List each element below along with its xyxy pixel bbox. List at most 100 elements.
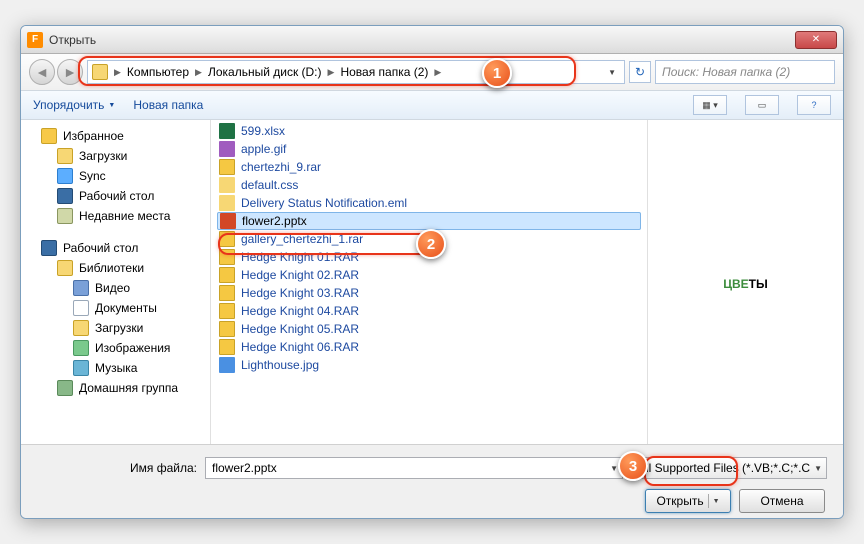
chevron-right-icon: ▶ xyxy=(328,67,335,78)
forward-button[interactable]: ► xyxy=(57,59,83,85)
sidebar-recent[interactable]: Недавние места xyxy=(21,206,210,226)
star-icon xyxy=(41,128,57,144)
cancel-button[interactable]: Отмена xyxy=(739,489,825,513)
search-input[interactable]: Поиск: Новая папка (2) xyxy=(655,60,835,84)
homegroup-icon xyxy=(57,380,73,396)
file-list[interactable]: 599.xlsx apple.gif chertezhi_9.rar default.… xyxy=(211,120,647,444)
file-icon xyxy=(219,285,235,301)
dialog-title: Открыть xyxy=(49,33,795,47)
file-icon xyxy=(220,213,236,229)
file-icon xyxy=(219,159,235,175)
sidebar-video[interactable]: Видео xyxy=(21,278,210,298)
sidebar-homegroup[interactable]: Домашняя группа xyxy=(21,378,210,398)
breadcrumb-dropdown-icon[interactable]: ▼ xyxy=(604,68,620,77)
view-mode-button[interactable]: ▦ ▾ xyxy=(693,95,727,115)
close-button[interactable]: ✕ xyxy=(795,31,837,49)
filename-input[interactable]: flower2.pptx ▼ xyxy=(205,457,623,479)
sidebar-favorites[interactable]: Избранное xyxy=(21,126,210,146)
preview-pane-button[interactable]: ▭ xyxy=(745,95,779,115)
document-icon xyxy=(73,300,89,316)
file-item[interactable]: default.css xyxy=(211,176,647,194)
chevron-down-icon[interactable]: ▼ xyxy=(814,464,822,473)
sidebar-desktop-fav[interactable]: Рабочий стол xyxy=(21,186,210,206)
sidebar-sync[interactable]: Sync xyxy=(21,166,210,186)
video-icon xyxy=(73,280,89,296)
file-item[interactable]: Hedge Knight 04.RAR xyxy=(211,302,647,320)
app-icon: F xyxy=(27,32,43,48)
breadcrumb-bar[interactable]: ▶ Компьютер ▶ Локальный диск (D:) ▶ Нова… xyxy=(87,60,625,84)
preview-content: ЦВЕТЫ xyxy=(723,271,768,294)
preview-pane: ЦВЕТЫ xyxy=(647,120,843,444)
file-item[interactable]: 599.xlsx xyxy=(211,122,647,140)
file-icon xyxy=(219,303,235,319)
toolbar: Упорядочить▼ Новая папка ▦ ▾ ▭ ? xyxy=(21,90,843,120)
file-name: Hedge Knight 04.RAR xyxy=(241,304,359,318)
recent-icon xyxy=(57,208,73,224)
file-icon xyxy=(219,141,235,157)
image-icon xyxy=(73,340,89,356)
desktop-icon xyxy=(57,188,73,204)
chevron-right-icon: ▶ xyxy=(114,67,121,78)
file-name: 599.xlsx xyxy=(241,124,285,138)
library-icon xyxy=(57,260,73,276)
file-item[interactable]: Lighthouse.jpg xyxy=(211,356,647,374)
music-icon xyxy=(73,360,89,376)
file-name: Hedge Knight 03.RAR xyxy=(241,286,359,300)
file-name: Hedge Knight 01.RAR xyxy=(241,250,359,264)
open-button[interactable]: Открыть ▼ xyxy=(645,489,731,513)
file-item[interactable]: Hedge Knight 03.RAR xyxy=(211,284,647,302)
file-name: Hedge Knight 06.RAR xyxy=(241,340,359,354)
dialog-body: Избранное Загрузки Sync Рабочий стол Нед… xyxy=(21,120,843,444)
sidebar-documents[interactable]: Документы xyxy=(21,298,210,318)
breadcrumb-item[interactable]: Новая папка (2) xyxy=(336,65,432,79)
breadcrumb-item[interactable]: Локальный диск (D:) xyxy=(204,65,326,79)
file-item[interactable]: apple.gif xyxy=(211,140,647,158)
open-file-dialog: F Открыть ✕ ◄ ► ▶ Компьютер ▶ Локальный … xyxy=(20,25,844,519)
organize-button[interactable]: Упорядочить▼ xyxy=(33,98,115,112)
file-name: default.css xyxy=(241,178,298,192)
file-icon xyxy=(219,267,235,283)
file-icon xyxy=(219,195,235,211)
chevron-down-icon[interactable]: ▼ xyxy=(713,498,720,505)
sidebar-downloads-lib[interactable]: Загрузки xyxy=(21,318,210,338)
file-name: gallery_chertezhi_1.rar xyxy=(241,232,363,246)
chevron-down-icon[interactable]: ▼ xyxy=(610,464,618,473)
breadcrumb-item[interactable]: Компьютер xyxy=(123,65,193,79)
nav-buttons: ◄ ► xyxy=(29,59,83,85)
button-row: Открыть ▼ Отмена xyxy=(37,489,827,513)
search-placeholder: Поиск: Новая папка (2) xyxy=(662,65,790,79)
file-name: chertezhi_9.rar xyxy=(241,160,321,174)
new-folder-button[interactable]: Новая папка xyxy=(133,98,203,112)
filetype-dropdown[interactable]: All Supported Files (*.VB;*.C;*.C ▼ xyxy=(631,457,827,479)
sidebar-desktop[interactable]: Рабочий стол xyxy=(21,238,210,258)
callout-2: 2 xyxy=(416,229,446,259)
callout-3: 3 xyxy=(618,451,648,481)
callout-1: 1 xyxy=(482,58,512,88)
back-button[interactable]: ◄ xyxy=(29,59,55,85)
file-item[interactable]: Hedge Knight 06.RAR xyxy=(211,338,647,356)
file-item[interactable]: Hedge Knight 02.RAR xyxy=(211,266,647,284)
file-name: Hedge Knight 05.RAR xyxy=(241,322,359,336)
sidebar-images[interactable]: Изображения xyxy=(21,338,210,358)
file-item[interactable]: chertezhi_9.rar xyxy=(211,158,647,176)
help-button[interactable]: ? xyxy=(797,95,831,115)
chevron-right-icon: ▶ xyxy=(434,67,441,78)
file-icon xyxy=(219,123,235,139)
sidebar-libraries[interactable]: Библиотеки xyxy=(21,258,210,278)
filename-label: Имя файла: xyxy=(37,461,197,475)
file-item[interactable]: Hedge Knight 05.RAR xyxy=(211,320,647,338)
file-icon xyxy=(219,339,235,355)
navigation-sidebar: Избранное Загрузки Sync Рабочий стол Нед… xyxy=(21,120,211,444)
titlebar: F Открыть ✕ xyxy=(21,26,843,54)
file-item[interactable]: flower2.pptx xyxy=(217,212,641,230)
file-item[interactable]: Delivery Status Notification.eml xyxy=(211,194,647,212)
desktop-icon xyxy=(41,240,57,256)
sidebar-downloads[interactable]: Загрузки xyxy=(21,146,210,166)
dialog-bottom-panel: Имя файла: flower2.pptx ▼ All Supported … xyxy=(21,444,843,519)
navigation-row: ◄ ► ▶ Компьютер ▶ Локальный диск (D:) ▶ … xyxy=(21,54,843,90)
folder-icon xyxy=(92,64,108,80)
refresh-button[interactable]: ↻ xyxy=(629,61,651,83)
filename-row: Имя файла: flower2.pptx ▼ All Supported … xyxy=(37,457,827,479)
file-name: Lighthouse.jpg xyxy=(241,358,319,372)
sidebar-music[interactable]: Музыка xyxy=(21,358,210,378)
